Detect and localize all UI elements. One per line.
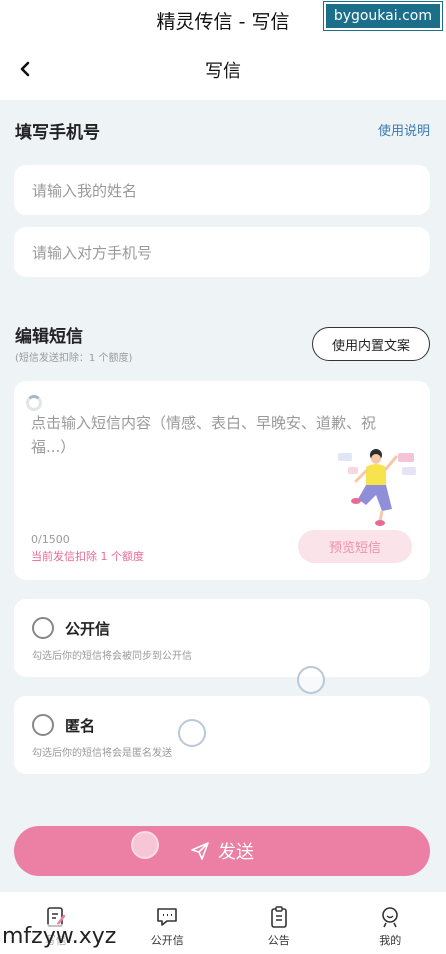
touch-indicator: [131, 831, 159, 859]
builtin-text-button[interactable]: 使用内置文案: [312, 327, 430, 361]
tab-label: 我的: [379, 934, 402, 947]
public-letter-radio[interactable]: [32, 617, 54, 639]
option-hint: 勾选后你的短信将会被同步到公开信: [32, 651, 192, 662]
clipboard-icon: [270, 906, 287, 928]
loading-spinner-icon: [26, 395, 42, 411]
anonymous-option[interactable]: 匿名 勾选后你的短信将会是匿名发送: [14, 696, 430, 774]
sms-section-title: 编辑短信: [15, 327, 83, 347]
touch-indicator: [297, 666, 325, 694]
option-label: 匿名: [65, 717, 96, 735]
send-label: 发送: [218, 842, 254, 863]
option-hint: 勾选后你的短信将会是匿名发送: [32, 748, 172, 759]
watermark-top: bygoukai.com: [323, 2, 442, 30]
phone-section-title: 填写手机号: [15, 123, 100, 143]
watermark-bottom: mfzyw.xyz: [0, 924, 119, 949]
back-button[interactable]: [14, 58, 36, 80]
tab-label: 公开信: [150, 934, 184, 947]
tab-public-letters[interactable]: 公开信: [112, 892, 224, 954]
char-counter: 0/1500: [31, 533, 70, 546]
user-icon: [382, 907, 399, 928]
phone-input[interactable]: 请输入对方手机号: [14, 227, 430, 277]
chat-icon: [157, 908, 178, 926]
paper-plane-icon: [190, 841, 210, 861]
anonymous-radio[interactable]: [32, 714, 54, 736]
sms-cost-subtitle: (短信发送扣除：1 个额度): [15, 353, 133, 364]
option-label: 公开信: [65, 620, 111, 638]
touch-indicator: [178, 719, 206, 747]
app-title: 精灵传信 - 写信: [156, 10, 290, 33]
page-title: 写信: [205, 61, 241, 82]
send-button[interactable]: 发送: [14, 826, 430, 876]
help-link[interactable]: 使用说明: [378, 120, 430, 139]
chevron-left-icon: [20, 61, 30, 77]
tab-mine[interactable]: 我的: [335, 892, 446, 954]
sms-editor[interactable]: 点击输入短信内容（情感、表白、早晚安、道歉、祝福...） 0/1500 当前发信…: [14, 381, 430, 580]
quota-text: 当前发信扣除 1 个额度: [31, 550, 144, 563]
tab-label: 公告: [267, 934, 290, 947]
preview-button[interactable]: 预览短信: [298, 530, 412, 563]
tab-announcements[interactable]: 公告: [223, 892, 335, 954]
girl-illustration-icon: [338, 449, 416, 526]
name-input[interactable]: 请输入我的姓名: [14, 165, 430, 215]
public-letter-option[interactable]: 公开信 勾选后你的短信将会被同步到公开信: [14, 599, 430, 677]
navbar: 写信: [0, 40, 446, 100]
